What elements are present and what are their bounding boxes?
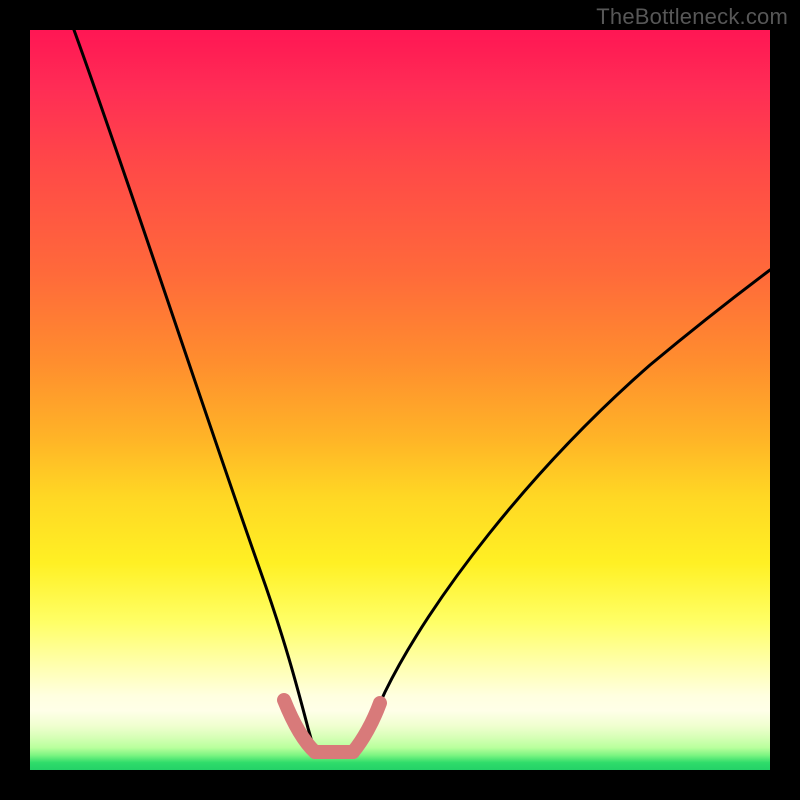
left-curve: [74, 30, 314, 750]
right-curve: [358, 270, 770, 750]
chart-frame: TheBottleneck.com: [0, 0, 800, 800]
right-pink-segment: [353, 703, 380, 752]
watermark-text: TheBottleneck.com: [596, 4, 788, 30]
plot-area: [30, 30, 770, 770]
left-pink-segment: [284, 700, 315, 752]
curve-layer: [30, 30, 770, 770]
